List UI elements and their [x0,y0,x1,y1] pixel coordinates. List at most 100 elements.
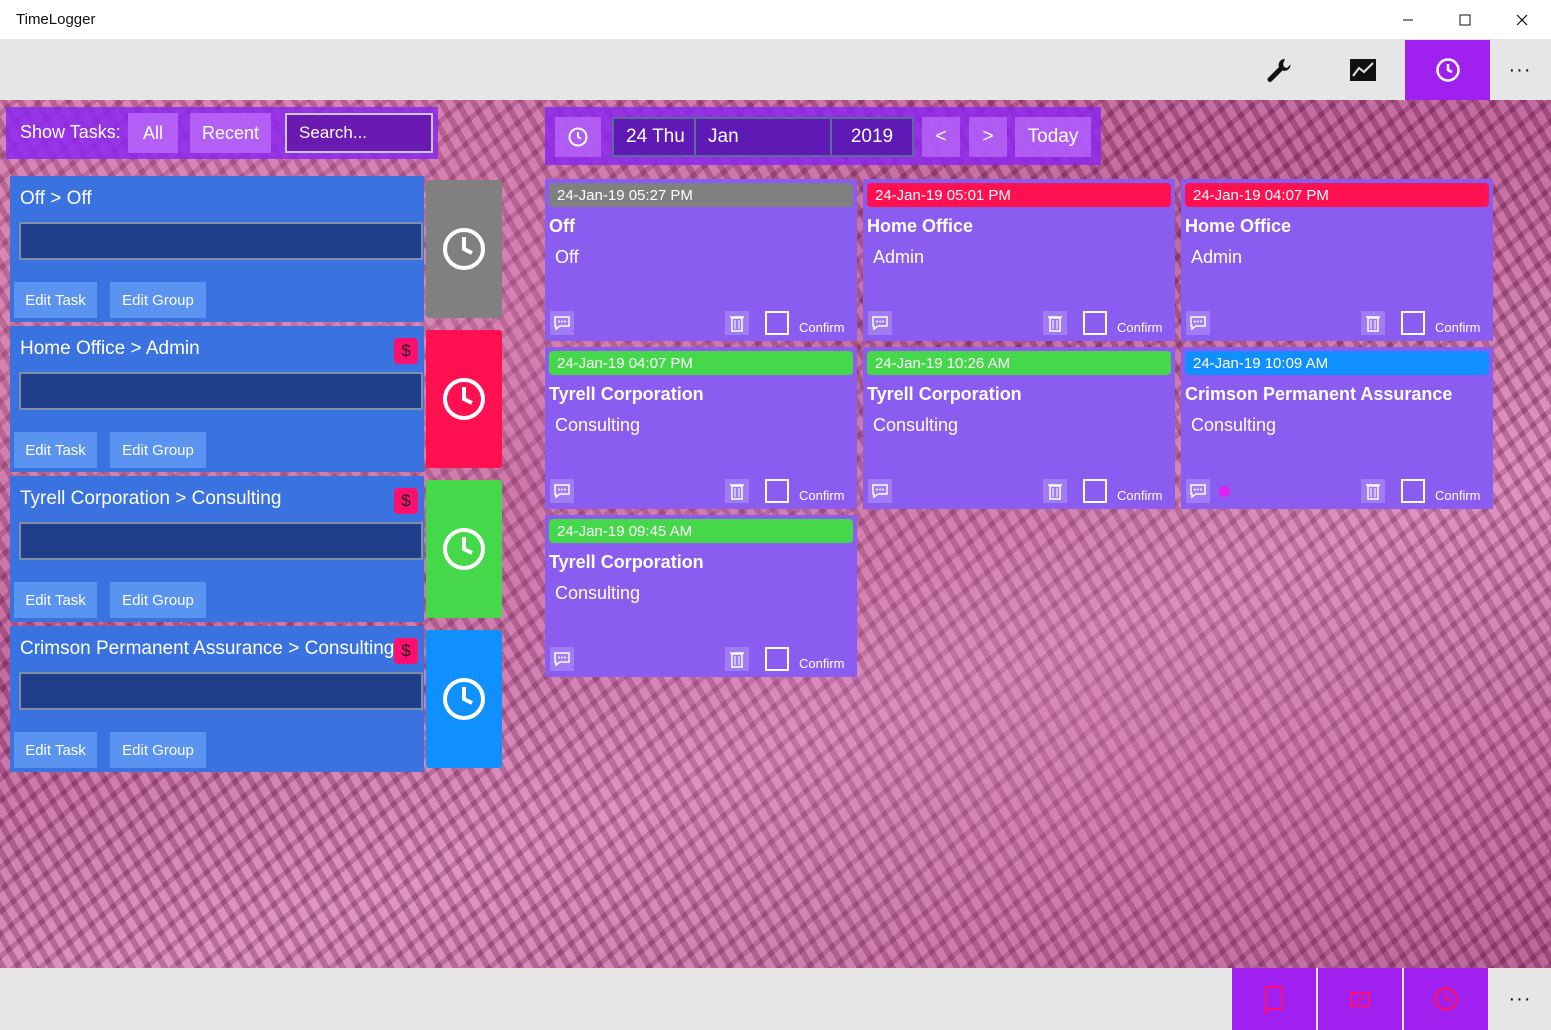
year-picker[interactable]: 2019 [830,117,914,157]
confirm-label: Confirm [799,488,845,503]
wrench-icon [1267,58,1291,82]
edit-group-button[interactable]: Edit Group [110,582,206,618]
timelog-button[interactable] [1405,40,1490,100]
more-button[interactable]: ··· [1490,40,1550,100]
task-body: Home Office > Admin $ Edit Task Edit Gro… [10,326,424,472]
billable-badge: $ [394,338,418,364]
time-entry-card[interactable]: 24-Jan-19 04:07 PM Tyrell Corporation Co… [545,347,857,509]
time-entry-card[interactable]: 24-Jan-19 10:09 AM Crimson Permanent Ass… [1181,347,1493,509]
start-task-button[interactable] [426,180,502,318]
entry-task: Admin [1191,247,1243,267]
comment-button[interactable] [550,479,574,503]
comment-icon [554,316,570,331]
comment-button[interactable] [1186,311,1210,335]
edit-task-button[interactable]: Edit Task [14,582,97,618]
settings-button[interactable] [1236,40,1321,100]
comment-icon [1190,484,1206,499]
clock-icon [443,228,485,270]
entry-group: Off [549,216,575,236]
search-input[interactable] [285,113,433,153]
time-entry-card[interactable]: 24-Jan-19 10:26 AM Tyrell Corporation Co… [863,347,1175,509]
entry-group: Home Office [867,216,974,236]
edit-task-button[interactable]: Edit Task [14,282,97,318]
trash-icon [1048,484,1062,500]
close-button[interactable] [1493,0,1550,40]
confirm-checkbox[interactable] [1401,479,1425,503]
trash-icon [730,484,744,500]
reports-button[interactable] [1320,40,1405,100]
new-entry-button[interactable] [1232,968,1316,1030]
comment-button[interactable] [550,647,574,671]
comment-button[interactable] [868,311,892,335]
confirm-label: Confirm [799,320,845,335]
next-day-button[interactable]: > [969,117,1007,157]
edit-group-button[interactable]: Edit Group [110,732,206,768]
edit-group-button[interactable]: Edit Group [110,282,206,318]
comment-button[interactable] [1186,479,1210,503]
confirm-label: Confirm [1117,488,1163,503]
time-entry-card[interactable]: 24-Jan-19 09:45 AM Tyrell Corporation Co… [545,515,857,677]
delete-button[interactable] [1361,311,1385,335]
clock-icon [443,678,485,720]
delete-button[interactable] [725,311,749,335]
clock-icon [568,127,588,147]
trash-icon [1366,484,1380,500]
clock-in-button[interactable] [1404,968,1488,1030]
task-name: Home Office > Admin [20,338,200,359]
task-note-input[interactable] [19,222,423,260]
time-entry-card[interactable]: 24-Jan-19 05:01 PM Home Office Admin Con… [863,179,1175,341]
previous-day-button[interactable]: < [922,117,960,157]
date-bar: 24 Thu Jan 2019 < > Today [545,107,1101,165]
more-button[interactable]: ··· [1490,969,1550,1029]
minimize-button[interactable] [1379,0,1436,40]
task-name: Crimson Permanent Assurance > Consulting [20,638,395,659]
delete-button[interactable] [1361,479,1385,503]
task-note-input[interactable] [19,522,423,560]
day-picker[interactable]: 24 Thu [612,117,704,157]
billable-badge: $ [394,488,418,514]
comment-button[interactable] [550,311,574,335]
start-task-button[interactable] [426,330,502,468]
confirm-checkbox[interactable] [1083,479,1107,503]
edit-entry-icon [1350,992,1370,1007]
confirm-label: Confirm [1435,488,1481,503]
confirm-checkbox[interactable] [765,311,789,335]
entry-group: Tyrell Corporation [867,384,1022,404]
clock-icon [1435,58,1460,82]
time-entry-card[interactable]: 24-Jan-19 04:07 PM Home Office Admin Con… [1181,179,1493,341]
month-picker[interactable]: Jan [694,117,832,157]
time-entry-card[interactable]: 24-Jan-19 05:27 PM Off Off Confirm [545,179,857,341]
filter-recent-button[interactable]: Recent [190,113,271,153]
entry-group: Tyrell Corporation [549,384,704,404]
top-command-bar: ··· [0,40,1551,100]
show-tasks-bar: Show Tasks: All Recent [6,107,438,159]
confirm-checkbox[interactable] [765,479,789,503]
task-note-input[interactable] [19,672,423,710]
entry-group: Home Office [1185,216,1292,236]
today-button[interactable]: Today [1015,117,1091,157]
confirm-checkbox[interactable] [1401,311,1425,335]
start-task-button[interactable] [426,630,502,768]
delete-button[interactable] [725,647,749,671]
task-note-input[interactable] [19,372,423,410]
delete-button[interactable] [1043,311,1067,335]
maximize-button[interactable] [1436,0,1493,40]
edit-group-button[interactable]: Edit Group [110,432,206,468]
start-task-button[interactable] [426,480,502,618]
date-clock-button[interactable] [555,117,601,157]
confirm-checkbox[interactable] [765,647,789,671]
comment-button[interactable] [868,479,892,503]
app-title: TimeLogger [16,11,96,28]
delete-button[interactable] [725,479,749,503]
confirm-checkbox[interactable] [1083,311,1107,335]
entry-timestamp: 24-Jan-19 05:27 PM [549,183,853,207]
chart-icon [1349,59,1376,81]
edit-entry-button[interactable] [1318,968,1402,1030]
confirm-label: Confirm [799,656,845,671]
filter-all-button[interactable]: All [128,113,178,153]
edit-task-button[interactable]: Edit Task [14,732,97,768]
new-entry-icon [1264,986,1283,1014]
delete-button[interactable] [1043,479,1067,503]
edit-task-button[interactable]: Edit Task [14,432,97,468]
entry-group: Crimson Permanent Assurance [1185,384,1453,404]
